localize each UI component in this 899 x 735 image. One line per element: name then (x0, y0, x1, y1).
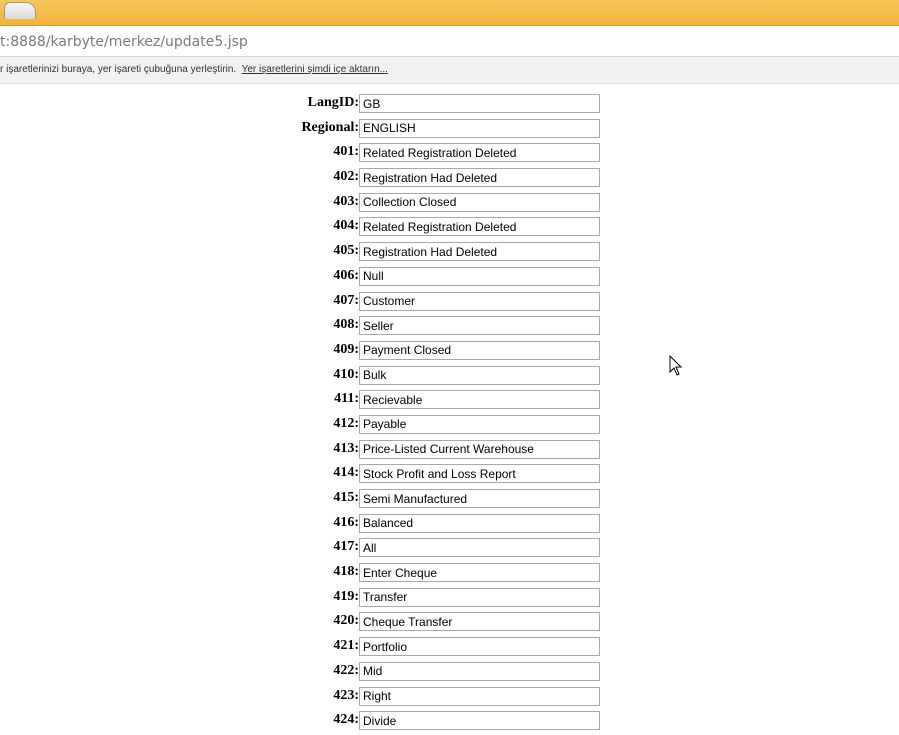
field-input[interactable] (359, 414, 600, 434)
field-input[interactable] (359, 711, 600, 731)
field-label: 421: (333, 638, 359, 654)
form-row: 413: (0, 439, 899, 464)
field-label: 417: (333, 539, 359, 555)
field-input[interactable] (359, 143, 600, 163)
field-label: 404: (333, 218, 359, 234)
field-label: 418: (333, 564, 359, 580)
form-row: 417: (0, 537, 899, 562)
field-label: 409: (333, 341, 359, 357)
field-label: 407: (333, 292, 359, 308)
field-input[interactable] (359, 365, 600, 385)
form-row: 403: (0, 192, 899, 217)
field-input[interactable] (359, 538, 600, 558)
field-input[interactable] (359, 168, 600, 188)
field-label: 414: (333, 465, 359, 481)
field-input[interactable] (359, 587, 600, 607)
form-row: 419: (0, 587, 899, 612)
field-label: 406: (333, 267, 359, 283)
field-input[interactable] (359, 612, 600, 632)
update-form: LangID: Regional: 401: 402: 403: 404: 405: 406:… (0, 93, 899, 735)
form-row: 404: (0, 216, 899, 241)
field-label: 415: (333, 490, 359, 505)
field-input[interactable] (359, 390, 600, 410)
form-row: 411: (0, 389, 899, 414)
field-input[interactable] (359, 192, 600, 212)
field-input[interactable] (359, 266, 600, 286)
field-input[interactable] (359, 118, 600, 138)
field-label: 403: (333, 193, 359, 209)
form-row: 424: (0, 710, 899, 735)
field-input[interactable] (359, 686, 600, 706)
bookmarks-hint-text: r işaretlerinizi buraya, yer işareti çub… (0, 64, 237, 75)
mouse-pointer-icon (669, 355, 683, 376)
field-label: 412: (333, 415, 359, 431)
field-input[interactable] (359, 489, 600, 508)
field-label: Regional: (301, 119, 359, 135)
address-bar[interactable]: t:8888/karbyte/merkez/update5.jsp (0, 26, 899, 57)
url-text[interactable]: t:8888/karbyte/merkez/update5.jsp (0, 34, 248, 50)
field-input[interactable] (359, 661, 600, 681)
form-row: 405: (0, 241, 899, 266)
browser-tab-bar (0, 0, 899, 26)
field-label: 405: (333, 243, 359, 259)
field-input[interactable] (359, 94, 600, 113)
field-label: 420: (333, 613, 359, 629)
field-input[interactable] (359, 340, 600, 360)
field-label: 423: (333, 687, 359, 703)
form-row: 402: (0, 167, 899, 192)
form-row: 418: (0, 562, 899, 587)
form-row: 422: (0, 661, 899, 686)
form-row: 409: (0, 340, 899, 365)
field-label: LangID: (307, 95, 359, 110)
form-row: 415: (0, 488, 899, 513)
form-row: 416: (0, 513, 899, 538)
form-row: 401: (0, 142, 899, 167)
browser-tab[interactable] (4, 2, 36, 19)
field-input[interactable] (359, 637, 600, 657)
field-input[interactable] (359, 291, 600, 311)
field-label: 402: (333, 169, 359, 185)
field-input[interactable] (359, 439, 600, 459)
field-input[interactable] (359, 217, 600, 237)
form-row: 406: (0, 266, 899, 291)
field-label: 413: (333, 440, 359, 456)
form-row: Regional: (0, 118, 899, 143)
field-label: 419: (333, 588, 359, 604)
form-row: LangID: (0, 93, 899, 118)
field-input[interactable] (359, 563, 600, 583)
import-bookmarks-link[interactable]: Yer işaretlerini şimdi içe aktarın... (242, 64, 388, 75)
field-label: 422: (333, 662, 359, 678)
form-row: 421: (0, 636, 899, 661)
form-row: 410: (0, 365, 899, 390)
form-row: 423: (0, 686, 899, 711)
form-row: 407: (0, 291, 899, 316)
form-row: 420: (0, 611, 899, 636)
bookmarks-bar: r işaretlerinizi buraya, yer işareti çub… (0, 57, 899, 84)
form-row: 414: (0, 463, 899, 488)
field-label: 416: (333, 514, 359, 530)
field-label: 424: (333, 712, 359, 728)
form-row: 408: (0, 315, 899, 340)
field-input[interactable] (359, 464, 600, 484)
form-row: 412: (0, 414, 899, 439)
field-input[interactable] (359, 316, 600, 336)
field-label: 411: (334, 391, 359, 407)
field-input[interactable] (359, 242, 600, 262)
field-input[interactable] (359, 513, 600, 533)
bookmarks-hint: r işaretlerinizi buraya, yer işareti çub… (0, 64, 388, 75)
field-label: 410: (333, 366, 359, 382)
field-label: 408: (333, 317, 359, 333)
field-label: 401: (333, 144, 359, 160)
